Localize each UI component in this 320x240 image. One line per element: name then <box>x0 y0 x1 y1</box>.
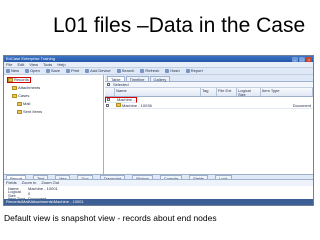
selected-label: Selected <box>113 81 129 87</box>
folder-icon <box>17 102 22 106</box>
refresh-icon <box>140 69 145 73</box>
toolbar-add-device-button[interactable]: Add Device <box>85 68 111 73</box>
row-checkbox[interactable] <box>106 103 109 107</box>
menu-file[interactable]: File <box>6 62 12 67</box>
fields-button[interactable]: Fields <box>6 181 17 185</box>
print-icon <box>65 69 70 73</box>
toolbar-label: New <box>11 68 20 73</box>
tree-item-mail[interactable]: Mail <box>17 101 30 107</box>
folder-icon <box>12 94 17 98</box>
toolbar-hash-button[interactable]: Hash <box>165 68 180 73</box>
toolbar-label: Search <box>121 68 135 73</box>
menu-help[interactable]: Help <box>57 62 65 67</box>
toolbar-label: Add Device <box>90 68 111 73</box>
tab-picture[interactable]: Picture <box>132 175 153 179</box>
tab-table[interactable]: Table <box>107 76 125 82</box>
zoom-in-button[interactable]: Zoom In <box>22 181 37 185</box>
row-item-type: Document <box>292 103 311 108</box>
tab-gallery[interactable]: Gallery <box>149 76 171 82</box>
column-header-tag[interactable]: Tag <box>201 88 217 96</box>
tab-transcript[interactable]: Transcript <box>99 175 126 179</box>
toolbar-open-button[interactable]: Open <box>25 69 40 73</box>
table-pane: Table Timeline Gallery Selected Name Tag… <box>105 75 313 174</box>
row-name: Machine - 10036 <box>122 103 152 108</box>
menu-view[interactable]: View <box>29 62 38 67</box>
maximize-icon[interactable]: □ <box>299 56 305 62</box>
slide-caption: Default view is snapshot view - records … <box>4 213 217 223</box>
tab-doc[interactable]: Doc <box>77 175 93 179</box>
toolbar-save-button[interactable]: Save <box>45 68 60 73</box>
tree-item-label: Sent Items <box>23 109 43 114</box>
menu-edit[interactable]: Edit <box>17 62 24 67</box>
tab-hex[interactable]: Hex <box>55 175 71 179</box>
property-value: 0 <box>28 190 31 196</box>
tree-item-label: Attachments <box>18 85 41 90</box>
toolbar-label: Save <box>50 68 60 73</box>
zoom-out-button[interactable]: Zoom Out <box>41 181 59 185</box>
tree-item-label: Records <box>14 77 29 82</box>
add-device-icon <box>85 69 90 73</box>
toolbar-print-button[interactable]: Print <box>65 68 80 73</box>
row-name: Machine - 10001 <box>117 98 136 102</box>
column-header-file-ext[interactable]: File Ext <box>217 88 237 96</box>
close-icon[interactable]: × <box>306 56 312 62</box>
tab-timeline[interactable]: Timeline <box>125 76 149 82</box>
save-icon <box>45 69 50 73</box>
tab-text[interactable]: Text <box>33 175 49 179</box>
status-path: Records\Mail\Attachments\Machine - 10001 <box>6 199 84 204</box>
tree-item-label: Cases <box>18 93 30 98</box>
table-header: Name Tag File Ext Logical Size Item Type <box>105 88 313 97</box>
document-icon <box>116 103 121 107</box>
toolbar-label: Print <box>70 68 80 73</box>
main-toolbar: New Open Save Print Add Device Search Re… <box>4 68 313 75</box>
column-header-logical-size[interactable]: Logical Size <box>237 88 261 96</box>
folder-icon <box>17 110 22 114</box>
toolbar-new-button[interactable]: New <box>6 69 19 73</box>
slide-title: L01 files –Data in the Case <box>53 14 306 37</box>
window-title: EnCase Enterprise Training <box>6 56 55 61</box>
tab-console[interactable]: Console <box>159 175 183 179</box>
toolbar-label: Refresh <box>145 68 160 73</box>
tree-item-attachments[interactable]: Attachments <box>12 85 40 91</box>
tab-report[interactable]: Report <box>6 175 27 179</box>
menu-tools[interactable]: Tools <box>43 62 52 67</box>
new-icon <box>6 69 10 73</box>
folder-icon <box>8 78 13 82</box>
toolbar-label: Open <box>30 68 40 73</box>
tree-item-cases[interactable]: Cases <box>12 93 29 99</box>
column-header-name[interactable]: Name <box>115 88 201 96</box>
select-all-checkbox[interactable] <box>107 83 110 86</box>
tree-item-label: Mail <box>23 101 31 106</box>
tree-item-records[interactable]: Records <box>7 77 31 83</box>
view-tabs: Table Timeline Gallery <box>105 75 313 82</box>
toolbar-report-button[interactable]: Report <box>185 68 203 73</box>
tab-fields[interactable]: Fields <box>189 175 209 179</box>
folder-icon <box>12 86 17 90</box>
report-icon <box>185 69 190 73</box>
search-icon <box>116 69 121 73</box>
tree-pane: Records Attachments Cases Mail Sent Item… <box>4 75 104 174</box>
toolbar-label: Report <box>190 68 203 73</box>
table-row[interactable]: Machine - 10036 Document <box>105 103 313 109</box>
hash-icon <box>165 69 170 73</box>
property-value: Machine - 10001 <box>28 185 58 191</box>
column-header-item-type[interactable]: Item Type <box>261 88 313 96</box>
toolbar-refresh-button[interactable]: Refresh <box>140 69 159 73</box>
minimize-icon[interactable]: – <box>292 56 298 62</box>
open-icon <box>25 69 30 73</box>
row-checkbox[interactable] <box>107 98 110 101</box>
tab-lock[interactable]: Lock <box>215 175 232 179</box>
tree-item-sent-items[interactable]: Sent Items <box>17 109 42 115</box>
workspace: Records Attachments Cases Mail Sent Item… <box>4 75 313 174</box>
toolbar-label: Hash <box>170 68 180 73</box>
status-bar: Records\Mail\Attachments\Machine - 10001 <box>4 199 313 205</box>
toolbar-search-button[interactable]: Search <box>116 68 135 73</box>
column-header-row-number <box>105 88 115 96</box>
encase-screenshot: EnCase Enterprise Training – □ × File Ed… <box>3 55 314 206</box>
